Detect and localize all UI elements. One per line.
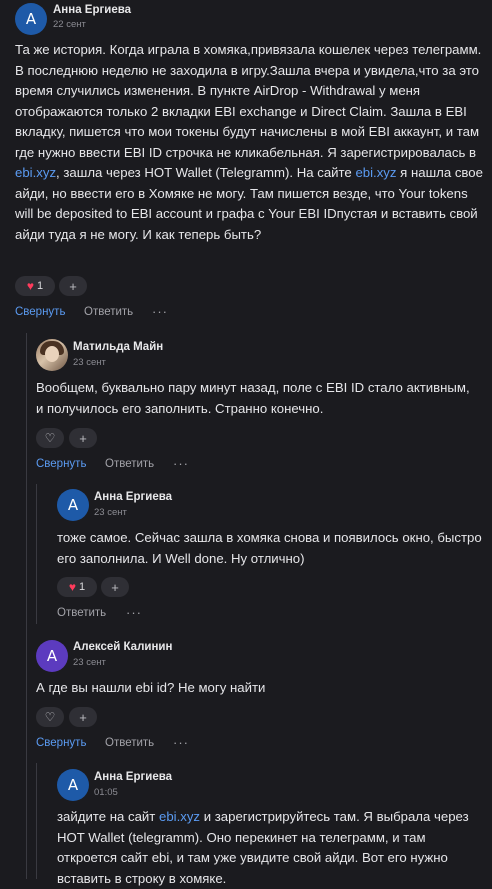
comment-date[interactable]: 01:05 <box>94 787 118 798</box>
link[interactable]: ebi.xyz <box>159 809 200 824</box>
comment-author[interactable]: Алексей Калинин <box>73 641 172 653</box>
avatar[interactable] <box>36 339 68 371</box>
comment-text: зайдите на сайт ebi.xyz и зарегистрируйт… <box>57 809 469 886</box>
reply-button[interactable]: Ответить <box>84 306 133 318</box>
avatar[interactable]: А <box>36 640 68 672</box>
plus-icon: + <box>69 278 77 294</box>
heart-icon: ♥ <box>68 580 76 594</box>
plus-icon: + <box>79 430 87 446</box>
plus-icon: + <box>79 709 87 725</box>
reply-button[interactable]: Ответить <box>105 458 154 470</box>
like-button[interactable]: ♡ <box>36 707 64 727</box>
comment-author[interactable]: Матильда Майн <box>73 341 163 353</box>
heart-icon: ♥ <box>26 279 34 293</box>
collapse-button[interactable]: Свернуть <box>15 306 65 318</box>
avatar[interactable]: А <box>15 3 47 35</box>
like-button[interactable]: ♡ <box>36 428 64 448</box>
heart-icon: ♡ <box>44 710 56 724</box>
plus-icon: + <box>111 579 119 595</box>
heart-icon: ♡ <box>44 431 56 445</box>
avatar[interactable]: А <box>57 489 89 521</box>
comment-text: А где вы нашли ebi id? Не могу найти <box>36 680 266 695</box>
add-reaction-button[interactable]: + <box>69 428 97 448</box>
more-icon[interactable]: ··· <box>126 605 142 620</box>
add-reaction-button[interactable]: + <box>59 276 87 296</box>
add-reaction-button[interactable]: + <box>69 707 97 727</box>
thread-line[interactable] <box>26 333 27 879</box>
more-icon[interactable]: ··· <box>173 735 189 750</box>
add-reaction-button[interactable]: + <box>101 577 129 597</box>
more-icon[interactable]: ··· <box>152 304 168 319</box>
comment-text: Вообщем, буквально пару минут назад, пол… <box>36 380 470 416</box>
avatar[interactable]: А <box>57 769 89 801</box>
reply-button[interactable]: Ответить <box>105 737 154 749</box>
more-icon[interactable]: ··· <box>173 456 189 471</box>
like-button[interactable]: ♥ 1 <box>57 577 97 597</box>
thread-line[interactable] <box>36 763 37 879</box>
collapse-button[interactable]: Свернуть <box>36 458 86 470</box>
link[interactable]: ebi.xyz <box>15 165 56 180</box>
comment-date[interactable]: 22 сент <box>53 19 86 30</box>
collapse-button[interactable]: Свернуть <box>36 737 86 749</box>
link[interactable]: ebi.xyz <box>355 165 396 180</box>
comment-author[interactable]: Анна Ергиева <box>94 771 172 783</box>
comment-author[interactable]: Анна Ергиева <box>53 4 131 16</box>
comment-date[interactable]: 23 сент <box>73 657 106 668</box>
reply-button[interactable]: Ответить <box>57 607 106 619</box>
thread-line[interactable] <box>36 484 37 624</box>
comment-author[interactable]: Анна Ергиева <box>94 491 172 503</box>
comment-text: Та же история. Когда играла в хомяка,при… <box>15 42 483 242</box>
comment-date[interactable]: 23 сент <box>94 507 127 518</box>
comment-date[interactable]: 23 сент <box>73 357 106 368</box>
like-button[interactable]: ♥ 1 <box>15 276 55 296</box>
comment-text: тоже самое. Сейчас зашла в хомяка снова … <box>57 530 482 566</box>
